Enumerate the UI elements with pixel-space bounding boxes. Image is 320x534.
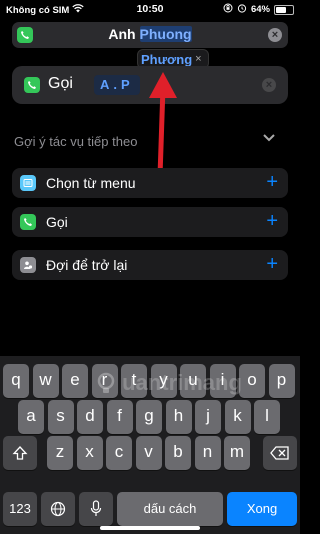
globe-icon [50, 501, 66, 517]
suggestion-label: Chọn từ menu [46, 175, 136, 191]
key-k[interactable]: k [224, 400, 251, 434]
key-d[interactable]: d [77, 400, 103, 434]
shift-key[interactable] [3, 436, 37, 470]
suggestion-item-wait-to-return[interactable]: Đợi để trở lại + [12, 250, 288, 280]
key-l[interactable]: l [254, 400, 280, 434]
key-f[interactable]: f [106, 400, 133, 434]
key-v[interactable]: v [135, 436, 162, 470]
microphone-key[interactable] [79, 492, 113, 526]
key-m[interactable]: m [224, 436, 250, 470]
key-p[interactable]: p [268, 364, 295, 398]
key-c[interactable]: c [106, 436, 132, 470]
space-key[interactable]: dấu cách [117, 492, 223, 526]
key-y[interactable]: y [150, 364, 177, 398]
key-n[interactable]: n [194, 436, 221, 470]
key-j[interactable]: j [195, 400, 221, 434]
suggestion-item-call[interactable]: Gọi + [12, 207, 288, 237]
add-button[interactable]: + [266, 171, 278, 193]
suggestions-header: Gợi ý tác vụ tiếp theo [14, 134, 138, 149]
key-g[interactable]: g [136, 400, 162, 434]
backspace-key[interactable] [263, 436, 297, 470]
home-indicator [100, 526, 200, 530]
key-w[interactable]: w [32, 364, 59, 398]
suggestion-label: Gọi [46, 214, 68, 230]
key-h[interactable]: h [165, 400, 192, 434]
key-s[interactable]: s [47, 400, 74, 434]
shift-icon [12, 446, 28, 460]
phone-icon [20, 214, 36, 230]
key-i[interactable]: i [209, 364, 236, 398]
suggestion-label: Đợi để trở lại [46, 257, 128, 273]
key-q[interactable]: q [3, 364, 29, 398]
add-button[interactable]: + [266, 253, 278, 275]
key-r[interactable]: r [91, 364, 118, 398]
globe-key[interactable] [41, 492, 75, 526]
done-key[interactable]: Xong [227, 492, 297, 526]
numbers-key[interactable]: 123 [3, 492, 37, 526]
backspace-icon [270, 446, 289, 460]
add-button[interactable]: + [266, 210, 278, 232]
person-icon [20, 257, 36, 273]
key-o[interactable]: o [239, 364, 265, 398]
key-z[interactable]: z [47, 436, 73, 470]
key-a[interactable]: a [18, 400, 44, 434]
chevron-down-icon[interactable] [262, 133, 276, 143]
menu-icon [20, 175, 36, 191]
keyboard: qwertyuiop asdfghjkl zxcvbnm 123 dấu các… [0, 356, 300, 534]
key-e[interactable]: e [62, 364, 88, 398]
key-t[interactable]: t [121, 364, 147, 398]
key-x[interactable]: x [76, 436, 103, 470]
microphone-icon [90, 500, 102, 516]
key-b[interactable]: b [165, 436, 191, 470]
key-u[interactable]: u [180, 364, 206, 398]
suggestion-item-choose-from-menu[interactable]: Chọn từ menu + [12, 168, 288, 198]
